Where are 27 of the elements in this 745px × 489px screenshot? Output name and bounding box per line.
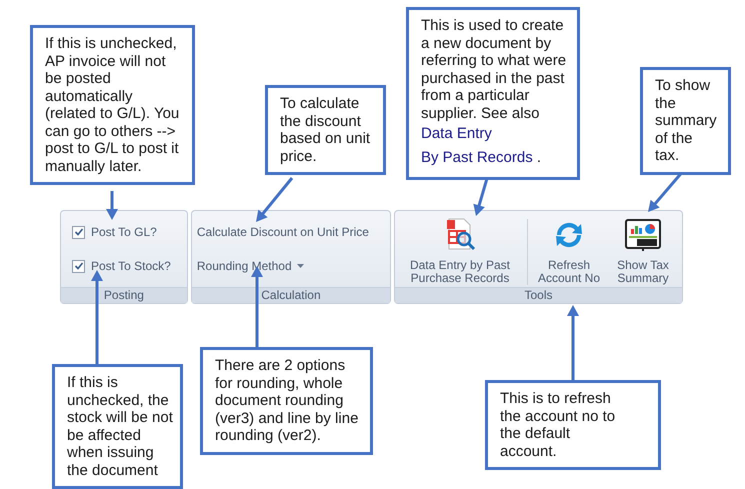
checkbox[interactable] [72, 260, 85, 272]
checkbox-label: Post To Stock? [91, 259, 171, 273]
callout-text: If this is unchecked, AP invoice will not be posted automatically (related to G/L). You can go to others --> post to G/L to post it manually later. [45, 35, 180, 175]
checkbox-option[interactable]: Post To GL? [66, 225, 182, 239]
tax-chart-icon [625, 217, 661, 253]
toolbar-button[interactable]: Refresh Account No [532, 215, 606, 287]
arrow [106, 191, 118, 220]
toolbar-button[interactable]: Show Tax Summary [606, 215, 680, 287]
callout-text: This is used to create a new document by referring to what were purchased in the past from a particular supplier. See also Data Entry By Past Records . [421, 17, 568, 168]
caret-icon [296, 264, 304, 268]
link[interactable]: By Past Records [421, 149, 533, 166]
group-caption: Tools [395, 287, 682, 303]
checkbox[interactable] [72, 226, 85, 238]
checkbox-option[interactable]: Post To Stock? [66, 259, 182, 273]
link[interactable]: Data Entry [421, 125, 492, 142]
callout-text: To show the summary of the tax. [655, 77, 717, 164]
checkbox-label: Post To GL? [91, 225, 157, 239]
toolbar-button[interactable]: Data Entry by Past Purchase Records [397, 215, 523, 287]
calculate-discount-button[interactable]: Calculate Discount on Unit Price [196, 223, 369, 241]
callout-text: This is to refresh the account no to the default account. [500, 390, 616, 460]
group-caption: Posting [61, 287, 187, 303]
callout-text: To calculate the discount based on unit price. [280, 95, 372, 165]
arrow [256, 177, 294, 222]
callout-text: If this is unchecked, the stock will be not be affected when issuing the document [67, 374, 174, 479]
rounding-method-dropdown[interactable]: Rounding Method [196, 257, 304, 275]
group-caption: Calculation [192, 287, 390, 303]
callout-text: There are 2 options for rounding, whole document rounding (ver3) and line by line rounding (ver2). [215, 357, 360, 444]
